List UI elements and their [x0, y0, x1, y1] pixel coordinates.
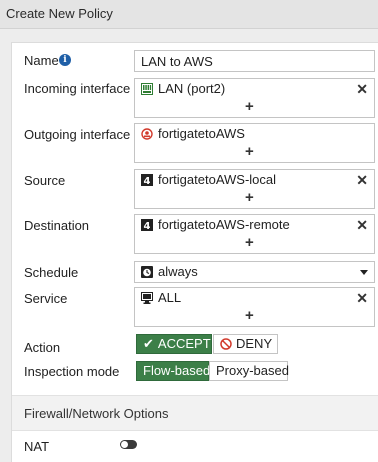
service-icon	[141, 291, 153, 304]
proxy-based-button[interactable]: Proxy-based	[209, 361, 289, 381]
source-label: Source	[24, 173, 66, 188]
source-entry: 4 fortigatetoAWS-local	[141, 172, 276, 187]
outgoing-interface-entry: fortigatetoAWS	[141, 126, 245, 141]
flow-based-button[interactable]: Flow-based	[136, 361, 210, 381]
destination-field[interactable]: 4 fortigatetoAWS-remote ✕ +	[134, 214, 375, 254]
service-label: Service	[24, 291, 68, 306]
firewall-network-options-header: Firewall/Network Options	[12, 395, 378, 431]
schedule-select[interactable]: always	[134, 261, 375, 283]
inspection-mode-label: Inspection mode	[24, 364, 120, 379]
info-icon[interactable]: i	[59, 54, 71, 66]
schedule-entry: always	[141, 264, 198, 279]
clock-icon	[141, 265, 153, 278]
remove-incoming-icon[interactable]: ✕	[356, 81, 368, 97]
destination-value: fortigatetoAWS-remote	[158, 217, 290, 232]
deny-icon	[220, 338, 232, 350]
address-icon: 4	[141, 173, 153, 186]
name-input[interactable]: LAN to AWS	[134, 50, 375, 72]
schedule-label: Schedule	[24, 265, 79, 280]
chevron-down-icon[interactable]	[360, 270, 368, 275]
vpn-tunnel-icon	[141, 127, 153, 140]
add-destination-icon[interactable]: +	[245, 235, 254, 251]
svg-text:4: 4	[144, 176, 151, 186]
incoming-interface-field[interactable]: LAN (port2) ✕ +	[134, 78, 375, 118]
nat-label: NAT	[24, 439, 50, 454]
accept-label: ACCEPT	[157, 336, 211, 351]
svg-text:4: 4	[144, 221, 151, 231]
accept-button[interactable]: ✔ ACCEPT	[136, 334, 212, 354]
destination-label: Destination	[24, 218, 90, 233]
name-label: Name	[24, 53, 59, 68]
remove-service-icon[interactable]: ✕	[356, 290, 368, 306]
incoming-interface-value: LAN (port2)	[158, 81, 226, 96]
ethernet-port-icon	[141, 82, 153, 95]
outgoing-interface-field[interactable]: fortigatetoAWS +	[134, 123, 375, 163]
policy-form: Name i LAN to AWS Incoming interface LAN…	[11, 42, 378, 462]
page-title: Create New Policy	[6, 6, 113, 21]
add-incoming-icon[interactable]: +	[245, 99, 254, 115]
service-field[interactable]: ALL ✕ +	[134, 287, 375, 327]
incoming-interface-entry: LAN (port2)	[141, 81, 225, 96]
address-icon: 4	[141, 218, 153, 231]
title-bar: Create New Policy	[0, 0, 378, 29]
destination-entry: 4 fortigatetoAWS-remote	[141, 217, 290, 232]
source-field[interactable]: 4 fortigatetoAWS-local ✕ +	[134, 169, 375, 209]
remove-source-icon[interactable]: ✕	[356, 172, 368, 188]
check-icon: ✔	[143, 336, 154, 351]
service-value: ALL	[158, 290, 182, 305]
incoming-interface-label: Incoming interface	[24, 81, 131, 96]
nat-toggle[interactable]	[120, 440, 137, 449]
add-source-icon[interactable]: +	[245, 190, 254, 206]
deny-button[interactable]: DENY	[213, 334, 278, 354]
service-entry: ALL	[141, 290, 181, 305]
remove-destination-icon[interactable]: ✕	[356, 217, 368, 233]
outgoing-interface-value: fortigatetoAWS	[158, 126, 245, 141]
source-value: fortigatetoAWS-local	[158, 172, 277, 187]
section-title: Firewall/Network Options	[24, 406, 169, 421]
name-value: LAN to AWS	[141, 54, 213, 69]
outgoing-interface-label: Outgoing interface	[24, 127, 131, 142]
schedule-value: always	[158, 264, 198, 279]
deny-label: DENY	[236, 336, 273, 351]
toggle-knob	[121, 441, 128, 448]
action-label: Action	[24, 340, 61, 355]
add-outgoing-icon[interactable]: +	[245, 144, 254, 160]
add-service-icon[interactable]: +	[245, 308, 254, 324]
